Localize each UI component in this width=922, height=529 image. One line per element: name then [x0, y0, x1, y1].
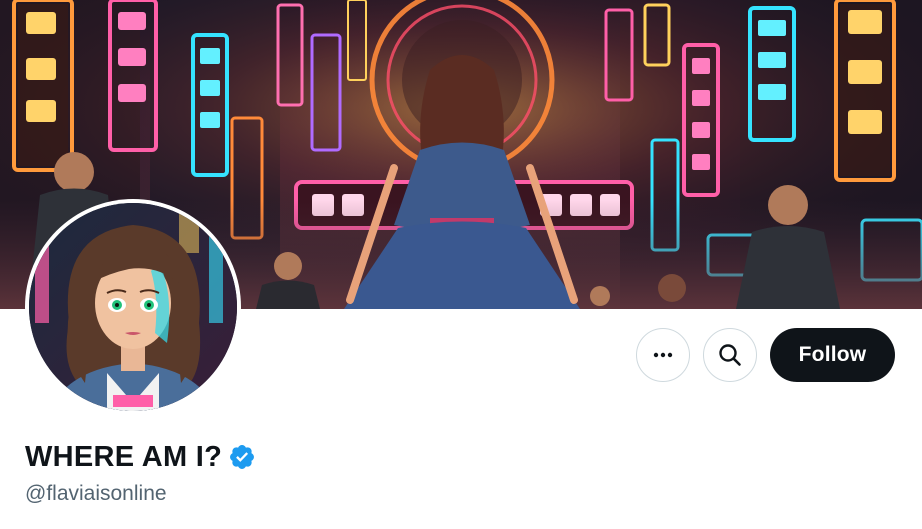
- more-options-button[interactable]: [636, 328, 690, 382]
- search-icon: [719, 344, 741, 366]
- verified-badge-icon[interactable]: [228, 443, 256, 471]
- profile-handle: @flaviaisonline: [25, 482, 167, 505]
- profile-avatar[interactable]: [25, 199, 241, 415]
- follow-button-label: Follow: [798, 343, 867, 366]
- more-horizontal-icon: [653, 352, 673, 358]
- search-profile-button[interactable]: [703, 328, 757, 382]
- profile-name-row: WHERE AM I?: [25, 439, 256, 475]
- avatar-image: [29, 203, 237, 411]
- profile-page: Follow WHERE AM I? @flaviaisonline: [0, 0, 922, 529]
- follow-button[interactable]: Follow: [770, 328, 895, 382]
- display-name: WHERE AM I?: [25, 440, 223, 473]
